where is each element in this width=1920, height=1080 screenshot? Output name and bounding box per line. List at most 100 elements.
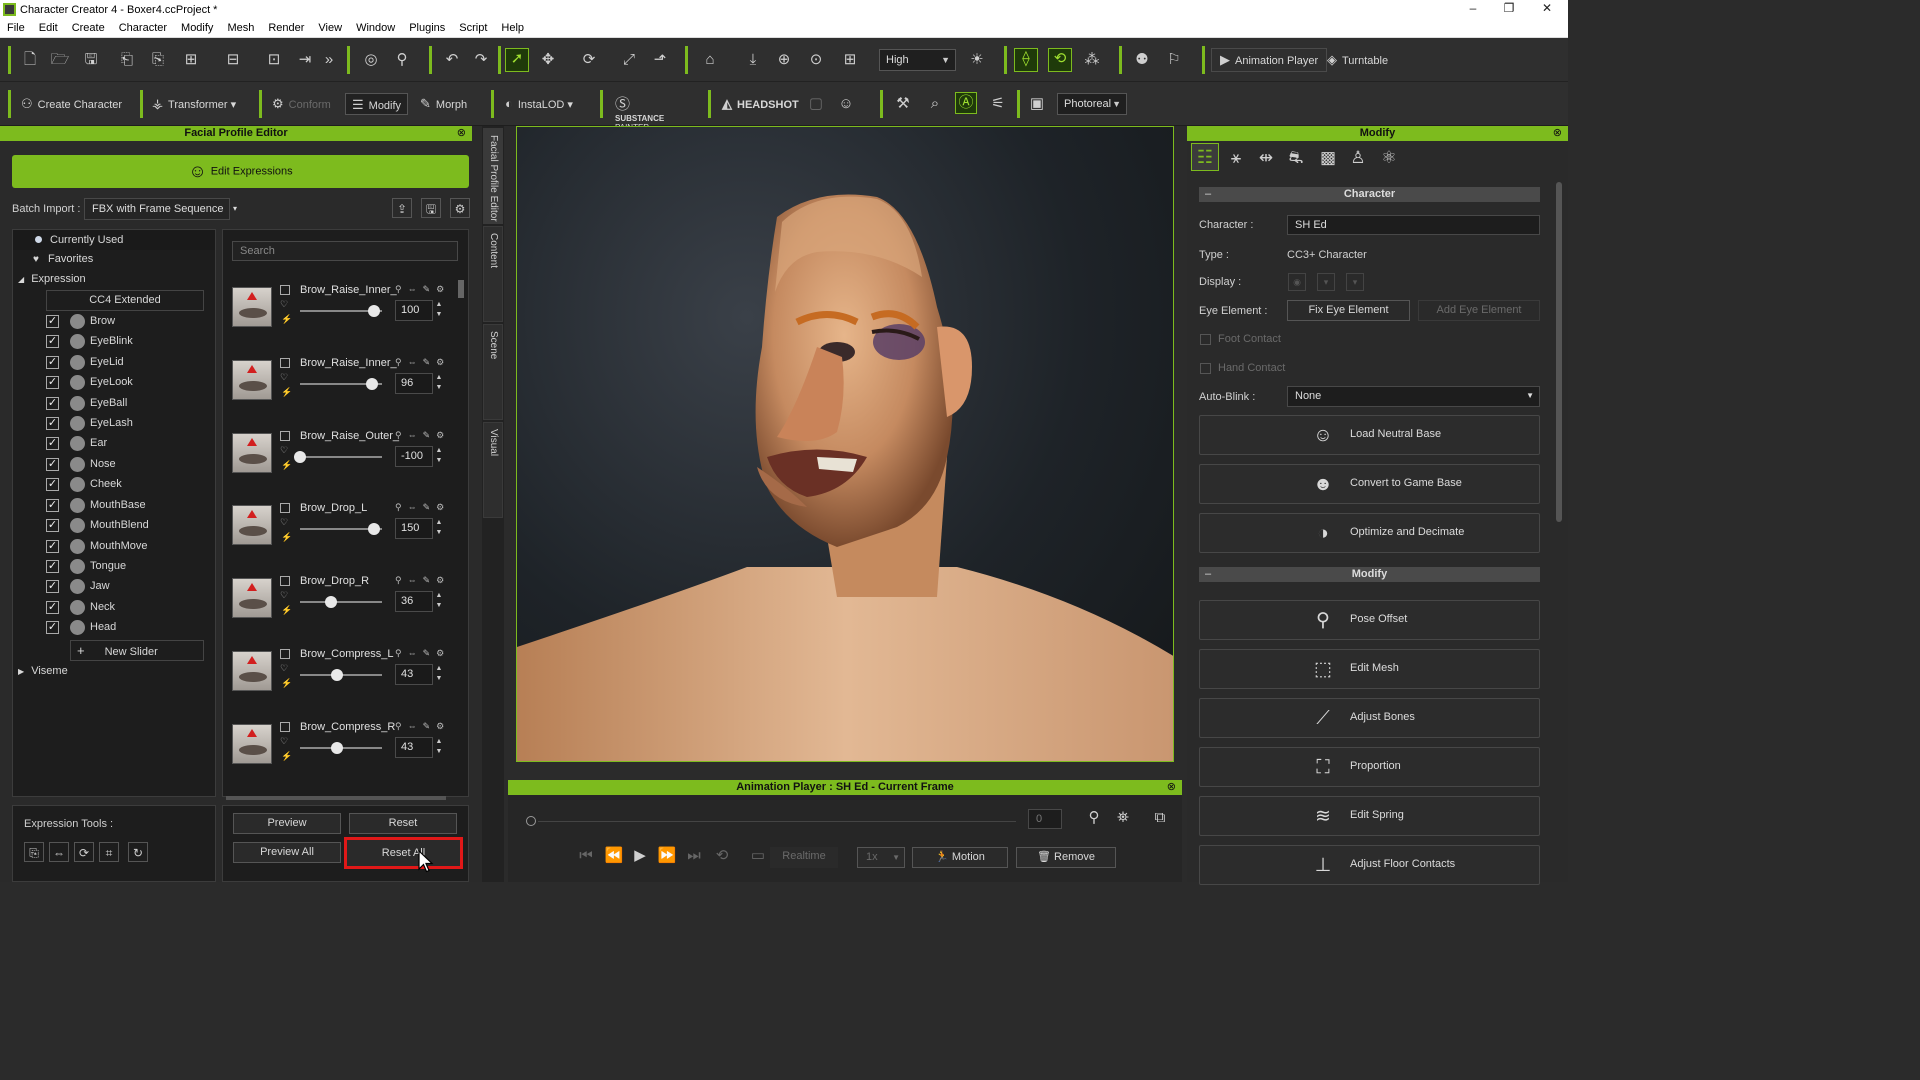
category-ear[interactable]: ✓ Ear: [46, 434, 216, 453]
category-mouthblend[interactable]: ✓ MouthBlend: [46, 516, 216, 535]
favorite-heart-icon[interactable]: ♡: [280, 372, 288, 383]
edit-mesh-button[interactable]: ⬚ Edit Mesh: [1199, 649, 1540, 689]
category-nose[interactable]: ✓ Nose: [46, 455, 216, 474]
close-panel-icon[interactable]: ⊗: [1167, 780, 1176, 795]
slider-knob[interactable]: [325, 596, 337, 609]
animation-player-button[interactable]: ▶ Animation Player: [1211, 48, 1328, 72]
slider-knob[interactable]: [368, 523, 380, 536]
edit-spring-button[interactable]: ≋ Edit Spring: [1199, 796, 1540, 836]
spinner-arrows-icon[interactable]: ▲ ▼: [433, 664, 445, 685]
favorite-heart-icon[interactable]: ♡: [280, 517, 288, 528]
menu-script[interactable]: Script: [452, 22, 494, 34]
pin-icon[interactable]: ⚲: [392, 50, 412, 70]
bolt-icon[interactable]: ⚡: [281, 532, 292, 543]
reset-all-button[interactable]: Reset All: [344, 837, 463, 869]
checkbox[interactable]: ✓: [46, 560, 59, 573]
maximize-button[interactable]: ❐: [1491, 0, 1527, 19]
morph-value-field[interactable]: -100: [395, 445, 433, 467]
search-input[interactable]: Search: [232, 241, 458, 261]
hand-contact-checkbox[interactable]: [1200, 363, 1211, 374]
category-head[interactable]: ✓ Head: [46, 618, 216, 637]
character-name-field[interactable]: SH Ed: [1287, 215, 1540, 235]
export-icon[interactable]: ⎘: [148, 50, 168, 70]
step-back-icon[interactable]: ⏪: [604, 846, 624, 866]
redo-icon[interactable]: ↷: [471, 50, 491, 70]
display-mode-3-icon[interactable]: ▾: [1346, 273, 1364, 291]
transformer-button[interactable]: ⚶ Transformer ▾: [152, 93, 236, 115]
morph-tools-icons[interactable]: ⚲⇔✎⚙: [395, 575, 450, 586]
rotate-icon[interactable]: ⟳: [579, 50, 599, 70]
slider-knob[interactable]: [294, 450, 306, 463]
morph-checkbox[interactable]: [280, 285, 290, 295]
load-neutral-base-button[interactable]: ☺ Load Neutral Base: [1199, 415, 1540, 455]
mirror-tool-icon[interactable]: ⎘: [24, 842, 44, 862]
morph-checkbox[interactable]: [280, 503, 290, 514]
favorite-heart-icon[interactable]: ♡: [280, 736, 288, 747]
morph-row[interactable]: ♡ ⚡ Brow_Raise_Outer_ ⚲⇔✎⚙ -100 ▲ ▼: [229, 427, 469, 487]
slider-knob[interactable]: [331, 741, 343, 754]
morph-checkbox[interactable]: [280, 576, 290, 587]
import-folder-icon[interactable]: ⇪: [392, 198, 412, 218]
morph-row[interactable]: ♡ ⚡ Brow_Drop_R ⚲⇔✎⚙ 36 ▲ ▼: [229, 572, 469, 632]
align-tool-icon[interactable]: ⇔: [49, 842, 69, 862]
create-character-button[interactable]: ⚇ Create Character: [21, 93, 122, 115]
checkbox[interactable]: ✓: [46, 519, 59, 532]
checkbox[interactable]: ✓: [46, 499, 59, 512]
category-eyeball[interactable]: ✓ EyeBall: [46, 394, 216, 413]
morph-row[interactable]: ♡ ⚡ Brow_Raise_Inner_ ⚲⇔✎⚙ 100 ▲ ▼: [229, 281, 469, 341]
favorite-heart-icon[interactable]: ♡: [280, 299, 288, 310]
pivot-icon[interactable]: ⬏: [650, 50, 670, 70]
category-jaw[interactable]: ✓ Jaw: [46, 577, 216, 596]
modify-section-header[interactable]: – Modify: [1199, 567, 1540, 582]
fix-eye-element-button[interactable]: Fix Eye Element: [1287, 300, 1410, 321]
morph-row[interactable]: ♡ ⚡ Brow_Drop_L ⚲⇔✎⚙ 150 ▲ ▼: [229, 499, 469, 559]
bolt-icon[interactable]: ⚡: [281, 751, 292, 762]
menu-create[interactable]: Create: [65, 22, 112, 34]
morph-value-field[interactable]: 96: [395, 372, 433, 394]
close-window-button[interactable]: ✕: [1529, 0, 1565, 19]
headshot-button[interactable]: ◭ HEADSHOT: [722, 93, 799, 115]
morph-value-field[interactable]: 43: [395, 664, 433, 685]
reset-button[interactable]: Reset: [349, 813, 457, 834]
slider-knob[interactable]: [366, 377, 378, 390]
checkbox[interactable]: ✓: [46, 540, 59, 553]
bolt-icon[interactable]: ⚡: [281, 678, 292, 689]
camera-switch-icon[interactable]: ⛯: [1113, 808, 1133, 828]
smart-gallery-icon[interactable]: ◎: [361, 50, 381, 70]
speed-dropdown[interactable]: 1x ▼: [857, 847, 905, 868]
motion-tab-icon[interactable]: ⛐: [1286, 148, 1306, 168]
menu-plugins[interactable]: Plugins: [402, 22, 452, 34]
conform-button[interactable]: ⚙ Conform: [272, 93, 331, 115]
morph-button[interactable]: ✎ Morph: [420, 93, 467, 115]
morph-tools-icons[interactable]: ⚲⇔✎⚙: [395, 648, 450, 659]
expression-group[interactable]: ◢ Expression: [18, 273, 86, 285]
import-icon[interactable]: ⎗: [117, 50, 137, 70]
convert-game-base-button[interactable]: ☻ Convert to Game Base: [1199, 464, 1540, 504]
edit-expressions-button[interactable]: ☺ Edit Expressions: [12, 155, 469, 188]
spinner-arrows-icon[interactable]: ▲ ▼: [433, 373, 445, 394]
open-project-icon[interactable]: 🗁: [50, 50, 70, 70]
search-pose-icon[interactable]: ⌕: [925, 94, 945, 114]
frame-input[interactable]: 0: [1028, 809, 1062, 829]
pose-tool-icon[interactable]: ⚒: [893, 94, 913, 114]
morph-checkbox[interactable]: [280, 430, 290, 441]
timeline-track[interactable]: [538, 821, 1016, 822]
display-mode-2-icon[interactable]: ▾: [1317, 273, 1335, 291]
spinner-arrows-icon[interactable]: ▲ ▼: [433, 446, 445, 467]
bolt-icon[interactable]: ⚡: [281, 387, 292, 398]
send-icon[interactable]: ⇥: [295, 50, 315, 70]
category-cheek[interactable]: ✓ Cheek: [46, 475, 216, 494]
morph-tools-icons[interactable]: ⚲⇔✎⚙: [395, 430, 450, 441]
menu-help[interactable]: Help: [494, 22, 531, 34]
checkbox[interactable]: ✓: [46, 376, 59, 389]
morph-checkbox[interactable]: [280, 357, 290, 368]
close-panel-icon[interactable]: ⊗: [1553, 126, 1562, 141]
adjust-floor-contacts-button[interactable]: ⊥ Adjust Floor Contacts: [1199, 845, 1540, 885]
morph-row[interactable]: ♡ ⚡ Brow_Raise_Inner_ ⚲⇔✎⚙ 96 ▲ ▼: [229, 354, 469, 414]
favorite-heart-icon[interactable]: ♡: [280, 445, 288, 456]
morph-row[interactable]: ♡ ⚡ Brow_Compress_R ⚲⇔✎⚙ 43 ▲ ▼: [229, 718, 469, 778]
menu-file[interactable]: File: [0, 22, 32, 34]
undo-icon[interactable]: ↶: [442, 50, 462, 70]
loop-icon[interactable]: ⟲: [712, 846, 732, 866]
add-eye-element-button[interactable]: Add Eye Element: [1418, 300, 1540, 321]
